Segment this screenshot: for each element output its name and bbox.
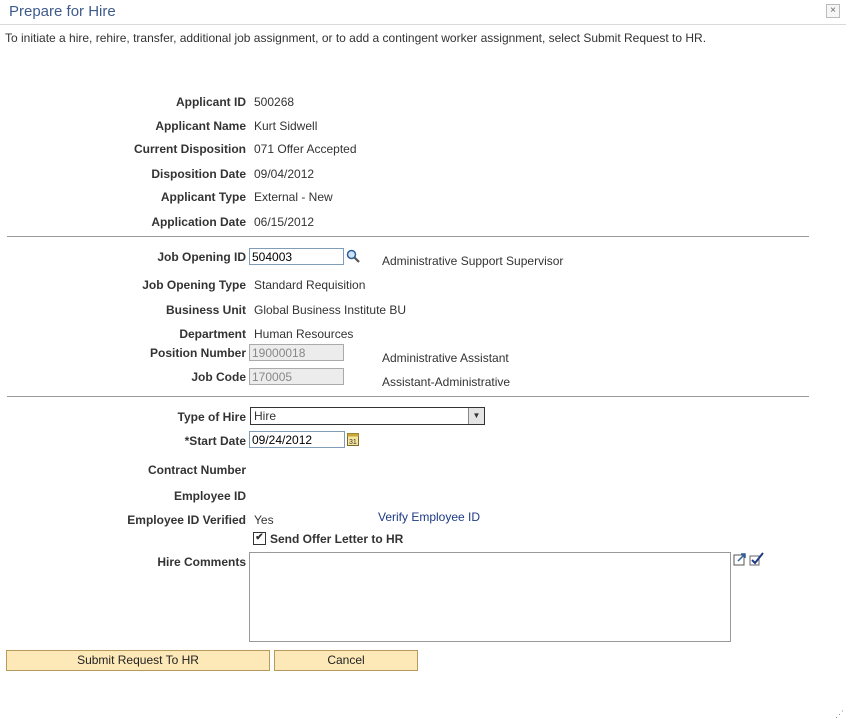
current-disposition-value: 071 Offer Accepted: [254, 142, 357, 156]
job-opening-type-label: Job Opening Type: [142, 278, 246, 292]
job-opening-description: Administrative Support Supervisor: [382, 254, 564, 268]
hire-comments-label: Hire Comments: [157, 555, 246, 569]
department-value: Human Resources: [254, 327, 354, 341]
job-opening-id-input[interactable]: [249, 248, 344, 265]
job-opening-type-value: Standard Requisition: [254, 278, 366, 292]
type-of-hire-select[interactable]: Hire ▼: [250, 407, 485, 425]
application-date-label: Application Date: [151, 215, 246, 229]
application-date-value: 06/15/2012: [254, 215, 315, 229]
section-divider: [7, 236, 809, 237]
disposition-date-value: 09/04/2012: [254, 167, 315, 181]
job-code-input: [249, 368, 344, 385]
position-number-label: Position Number: [149, 346, 246, 360]
section-divider: [7, 396, 809, 397]
business-unit-label: Business Unit: [165, 303, 246, 317]
svg-text:31: 31: [349, 439, 357, 446]
position-number-input: [249, 344, 344, 361]
job-code-description: Assistant-Administrative: [382, 375, 511, 389]
department-label: Department: [179, 327, 246, 341]
start-date-label: *Start Date: [184, 434, 246, 448]
type-of-hire-selected: Hire: [254, 409, 277, 423]
position-description: Administrative Assistant: [382, 351, 509, 365]
start-date-input[interactable]: [249, 431, 345, 448]
job-code-label: Job Code: [191, 370, 246, 384]
applicant-id-value: 500268: [254, 95, 295, 109]
close-button[interactable]: ×: [826, 4, 840, 18]
send-offer-letter-label: Send Offer Letter to HR: [270, 532, 404, 546]
spell-check-icon[interactable]: [749, 551, 765, 566]
type-of-hire-label: Type of Hire: [177, 410, 246, 424]
contract-number-label: Contract Number: [147, 463, 246, 477]
cancel-button[interactable]: Cancel: [274, 650, 418, 671]
page-title: Prepare for Hire: [9, 3, 116, 20]
chevron-down-icon[interactable]: ▼: [468, 408, 484, 424]
hire-comments-textarea[interactable]: [249, 552, 731, 642]
calendar-icon[interactable]: 31: [347, 432, 359, 446]
business-unit-value: Global Business Institute BU: [254, 303, 407, 317]
verify-employee-id-link[interactable]: Verify Employee ID: [378, 510, 480, 524]
expand-text-icon[interactable]: [733, 552, 747, 566]
intro-text: To initiate a hire, rehire, transfer, ad…: [5, 31, 707, 45]
employee-id-verified-value: Yes: [254, 513, 274, 527]
disposition-date-label: Disposition Date: [151, 167, 246, 181]
job-opening-id-label: Job Opening ID: [157, 250, 246, 264]
title-divider: [0, 24, 846, 25]
applicant-name-label: Applicant Name: [155, 119, 246, 133]
resize-grip-icon[interactable]: ⋰: [835, 709, 844, 720]
applicant-type-label: Applicant Type: [160, 190, 246, 204]
current-disposition-label: Current Disposition: [133, 142, 246, 156]
employee-id-verified-label: Employee ID Verified: [127, 513, 246, 527]
applicant-type-value: External - New: [254, 190, 333, 204]
lookup-icon[interactable]: [346, 249, 360, 263]
send-offer-letter-checkbox[interactable]: ✔: [253, 532, 266, 545]
employee-id-label: Employee ID: [173, 489, 246, 503]
applicant-id-label: Applicant ID: [175, 95, 246, 109]
submit-request-button[interactable]: Submit Request To HR: [6, 650, 270, 671]
applicant-name-value: Kurt Sidwell: [254, 119, 318, 133]
